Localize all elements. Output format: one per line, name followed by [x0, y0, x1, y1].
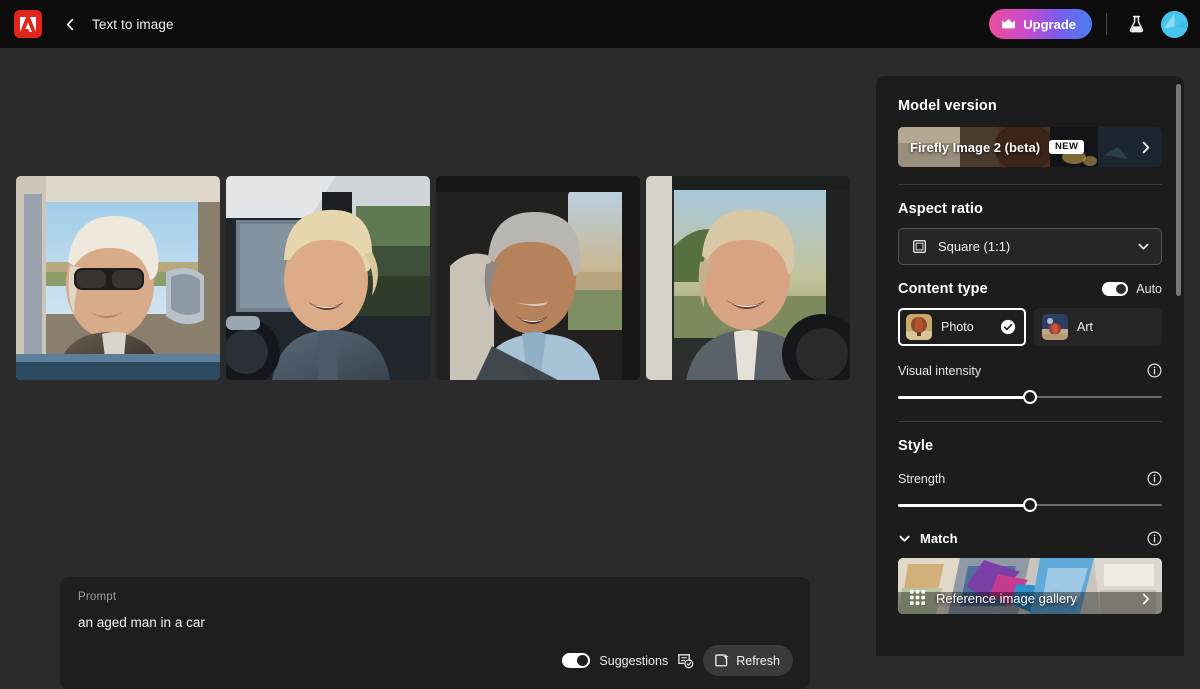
- slider-track-fill: [898, 503, 1030, 507]
- lab-flask-icon: [1129, 15, 1143, 32]
- upgrade-button[interactable]: Upgrade: [989, 9, 1092, 39]
- chevron-right-icon: [1142, 141, 1150, 153]
- match-label: Match: [920, 531, 958, 546]
- photo-label: Photo: [941, 320, 974, 334]
- topbar-divider: [1106, 13, 1107, 35]
- adobe-logo[interactable]: [14, 10, 42, 38]
- aspect-ratio-section: Aspect ratio Square (1:1): [898, 201, 1162, 265]
- match-row: Match: [898, 531, 1162, 546]
- canvas-area: Prompt an aged man in a car Suggestions …: [0, 48, 870, 689]
- content-type-section: Content type Auto Photo Art: [898, 281, 1162, 346]
- generated-image-3: [436, 176, 640, 380]
- match-collapse-toggle[interactable]: Match: [898, 531, 958, 546]
- generated-image-1: [16, 176, 220, 380]
- page-title: Text to image: [92, 16, 174, 32]
- settings-panel: Model version Firefly Image 2 (beta) NEW…: [876, 76, 1184, 656]
- model-version-card[interactable]: Firefly Image 2 (beta) NEW: [898, 127, 1162, 167]
- art-label: Art: [1077, 320, 1093, 334]
- prompt-check-icon[interactable]: [677, 652, 694, 669]
- auto-toggle-wrap: Auto: [1102, 282, 1162, 296]
- visual-intensity-header: Visual intensity: [898, 363, 1162, 378]
- aspect-ratio-title: Aspect ratio: [898, 201, 983, 217]
- prompt-input[interactable]: an aged man in a car: [78, 615, 792, 633]
- photo-thumb-image: [906, 314, 932, 340]
- visual-intensity-slider[interactable]: [898, 390, 1162, 404]
- generated-results-row: [16, 176, 850, 380]
- photo-thumbnail: [906, 314, 932, 340]
- upgrade-label: Upgrade: [1023, 16, 1076, 32]
- info-icon[interactable]: [1147, 363, 1162, 378]
- generated-image-4: [646, 176, 850, 380]
- content-type-options: Photo Art: [898, 308, 1162, 346]
- generated-image-card[interactable]: [646, 176, 850, 380]
- panel-divider-2: [898, 421, 1162, 422]
- art-thumbnail: [1042, 314, 1068, 340]
- content-type-art[interactable]: Art: [1034, 308, 1162, 346]
- generated-image-card[interactable]: [226, 176, 430, 380]
- refresh-button[interactable]: Refresh: [703, 645, 793, 676]
- generated-image-card[interactable]: [16, 176, 220, 380]
- style-title: Style: [898, 438, 934, 454]
- adobe-a-glyph: [20, 16, 36, 32]
- aspect-ratio-select[interactable]: Square (1:1): [898, 228, 1162, 265]
- chevron-left-icon: [66, 18, 73, 30]
- gallery-card-content: Reference image gallery: [898, 558, 1162, 614]
- slider-track-fill: [898, 395, 1030, 399]
- slider-handle[interactable]: [1023, 390, 1037, 404]
- content-type-auto-toggle[interactable]: [1102, 282, 1129, 296]
- generated-image-card[interactable]: [436, 176, 640, 380]
- chevron-down-icon: [899, 535, 910, 542]
- info-icon[interactable]: [1147, 531, 1162, 546]
- beta-features-button[interactable]: [1121, 9, 1151, 39]
- avatar-graphic: [1161, 10, 1188, 38]
- prompt-bar: Prompt an aged man in a car Suggestions …: [60, 577, 810, 689]
- refresh-sparkle-icon: [715, 653, 729, 667]
- content-type-photo[interactable]: Photo: [898, 308, 1026, 346]
- visual-intensity-section: Visual intensity: [898, 363, 1162, 404]
- art-thumb-image: [1042, 314, 1068, 340]
- prompt-actions: Suggestions Refresh: [562, 645, 793, 676]
- model-version-title: Model version: [898, 98, 997, 114]
- panel-scrollbar[interactable]: [1176, 84, 1181, 296]
- panel-divider-1: [898, 184, 1162, 185]
- grid-icon: [910, 590, 925, 605]
- model-version-name: Firefly Image 2 (beta): [910, 139, 1041, 155]
- reference-image-gallery-card[interactable]: Reference image gallery: [898, 558, 1162, 614]
- chevron-down-icon: [1138, 243, 1149, 250]
- model-card-content: Firefly Image 2 (beta) NEW: [898, 127, 1162, 167]
- prompt-label: Prompt: [78, 591, 117, 603]
- back-button[interactable]: [56, 10, 84, 38]
- slider-handle[interactable]: [1023, 498, 1037, 512]
- top-bar: Text to image Upgrade: [0, 0, 1200, 48]
- generated-image-2: [226, 176, 430, 380]
- model-new-badge: NEW: [1049, 139, 1085, 155]
- square-icon: [913, 240, 926, 253]
- auto-label: Auto: [1136, 282, 1162, 296]
- user-avatar[interactable]: [1161, 10, 1188, 38]
- content-type-header: Content type Auto: [898, 281, 1162, 297]
- visual-intensity-label: Visual intensity: [898, 363, 982, 378]
- aspect-ratio-value: Square (1:1): [938, 239, 1011, 254]
- strength-label: Strength: [898, 471, 946, 486]
- info-icon[interactable]: [1147, 471, 1162, 486]
- chevron-right-icon: [1142, 593, 1149, 605]
- gallery-label: Reference image gallery: [936, 591, 1077, 606]
- strength-header: Strength: [898, 471, 1162, 486]
- strength-slider[interactable]: [898, 498, 1162, 512]
- style-section: Style Strength Match Reference image gal…: [898, 438, 1162, 614]
- crown-icon: [1002, 19, 1016, 29]
- check-circle-icon: [1000, 319, 1016, 335]
- suggestions-toggle[interactable]: [562, 653, 591, 668]
- content-type-title: Content type: [898, 281, 988, 297]
